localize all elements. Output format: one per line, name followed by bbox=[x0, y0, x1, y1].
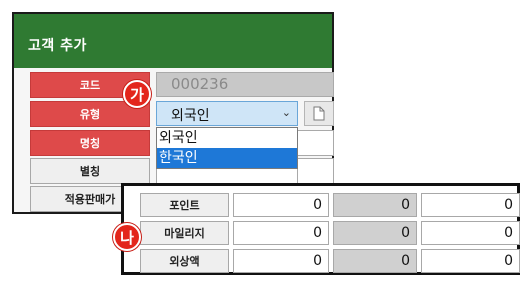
points-label: 포인트 bbox=[140, 193, 229, 217]
points-value-1[interactable]: 0 bbox=[233, 193, 329, 217]
document-icon bbox=[313, 106, 325, 121]
points-value-3[interactable]: 0 bbox=[421, 193, 520, 217]
credit-row: 외상액 0 0 0 bbox=[140, 249, 520, 273]
callout-badge-a: 가 bbox=[123, 80, 151, 108]
credit-value-2: 0 bbox=[333, 249, 417, 273]
document-button[interactable] bbox=[304, 101, 334, 126]
code-field: 000236 bbox=[156, 72, 334, 97]
credit-label: 외상액 bbox=[140, 249, 229, 273]
mileage-value-1[interactable]: 0 bbox=[233, 221, 329, 245]
chevron-down-icon: ⌄ bbox=[281, 106, 291, 119]
mileage-value-3[interactable]: 0 bbox=[421, 221, 520, 245]
credit-value-3[interactable]: 0 bbox=[421, 249, 520, 273]
name-label: 명칭 bbox=[30, 130, 150, 156]
mileage-label: 마일리지 bbox=[140, 221, 229, 245]
alias-field[interactable] bbox=[297, 158, 334, 184]
points-row: 포인트 0 0 0 bbox=[140, 193, 520, 217]
type-option-foreigner[interactable]: 외국인 bbox=[157, 128, 297, 148]
callout-badge-b: 나 bbox=[113, 223, 141, 251]
points-value-2: 0 bbox=[333, 193, 417, 217]
dialog-title: 고객 추가 bbox=[14, 14, 332, 68]
type-select[interactable]: 외국인 ⌄ bbox=[156, 101, 298, 126]
type-select-value: 외국인 bbox=[171, 108, 210, 124]
type-option-korean[interactable]: 한국인 bbox=[157, 148, 297, 168]
balances-panel: 포인트 0 0 0 마일리지 0 0 0 외상액 0 0 0 bbox=[121, 183, 520, 275]
type-dropdown-list: 외국인 한국인 bbox=[156, 127, 298, 169]
mileage-row: 마일리지 0 0 0 bbox=[140, 221, 520, 245]
alias-label: 별칭 bbox=[30, 158, 150, 184]
name-field[interactable] bbox=[297, 130, 334, 156]
mileage-value-2: 0 bbox=[333, 221, 417, 245]
credit-value-1[interactable]: 0 bbox=[233, 249, 329, 273]
